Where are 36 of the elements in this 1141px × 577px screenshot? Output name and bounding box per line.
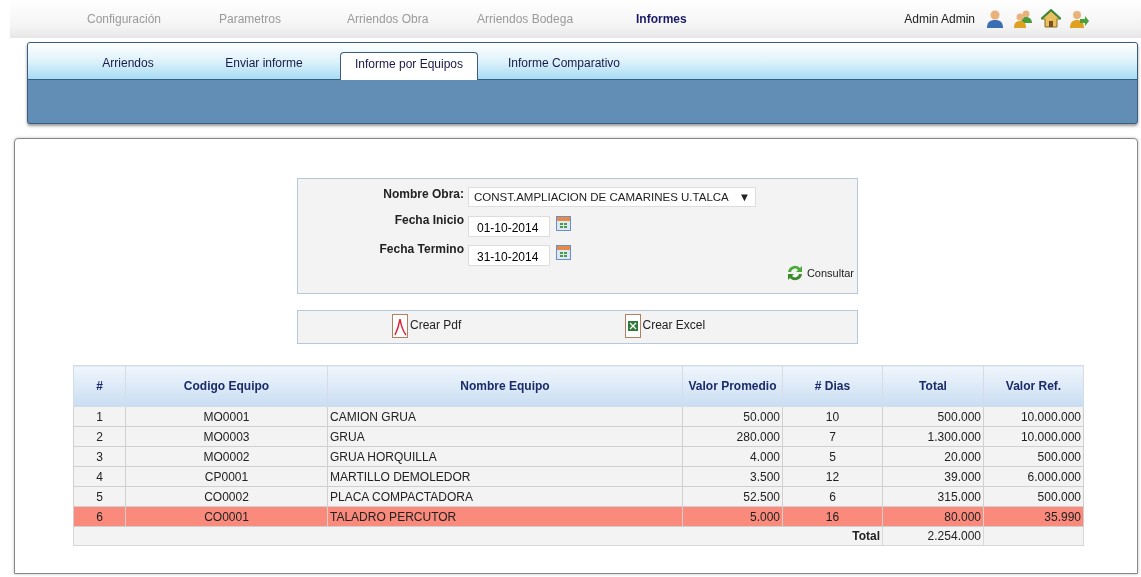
tab[interactable]: Informe por Equipos <box>340 52 478 80</box>
user-name: Admin Admin <box>904 12 975 26</box>
table-cell: 1 <box>73 406 126 427</box>
pdf-export-button[interactable]: Crear Pdf <box>392 314 625 343</box>
date-field[interactable]: 31-10-2014 <box>468 245 550 266</box>
tab[interactable]: Enviar informe <box>204 52 324 79</box>
table-cell: 5 <box>73 486 126 507</box>
query-button[interactable]: Consultar <box>784 263 854 283</box>
calendar-icon[interactable] <box>556 245 571 260</box>
logout-icon[interactable] <box>1069 9 1089 29</box>
column-header: Total <box>882 365 984 407</box>
column-header: # <box>73 365 126 407</box>
excel-export-button[interactable]: Crear Excel <box>624 314 857 343</box>
select-field[interactable]: CONST.AMPLIACION DE CAMARINES U.TALCA ▼ <box>468 187 757 207</box>
tab[interactable]: Informe Comparativo <box>494 52 634 79</box>
menu-item[interactable]: Informes <box>636 12 687 26</box>
field-label: Fecha Termino <box>378 241 465 256</box>
date-field[interactable]: 01-10-2014 <box>468 216 550 237</box>
column-header: Valor Ref. <box>983 365 1084 407</box>
column-header: Codigo Equipo <box>125 365 328 407</box>
table-cell: 2 <box>73 426 126 447</box>
excel-icon <box>624 314 641 338</box>
calendar-icon[interactable] <box>556 216 571 231</box>
users-icon[interactable] <box>1013 9 1033 29</box>
column-header: # Dias <box>782 365 883 407</box>
pdf-icon <box>392 314 408 338</box>
field-label: Fecha Inicio <box>393 212 465 227</box>
table-cell: 6 <box>73 506 126 527</box>
home-icon[interactable] <box>1041 9 1061 29</box>
table-cell: 3 <box>73 446 126 467</box>
field-label: Nombre Obra: <box>382 186 465 201</box>
table-cell: 4 <box>73 466 126 487</box>
user-icon[interactable] <box>985 9 1005 29</box>
tab[interactable]: Arriendos <box>68 52 188 79</box>
column-header: Valor Promedio <box>682 365 783 407</box>
column-header: Nombre Equipo <box>327 365 683 407</box>
